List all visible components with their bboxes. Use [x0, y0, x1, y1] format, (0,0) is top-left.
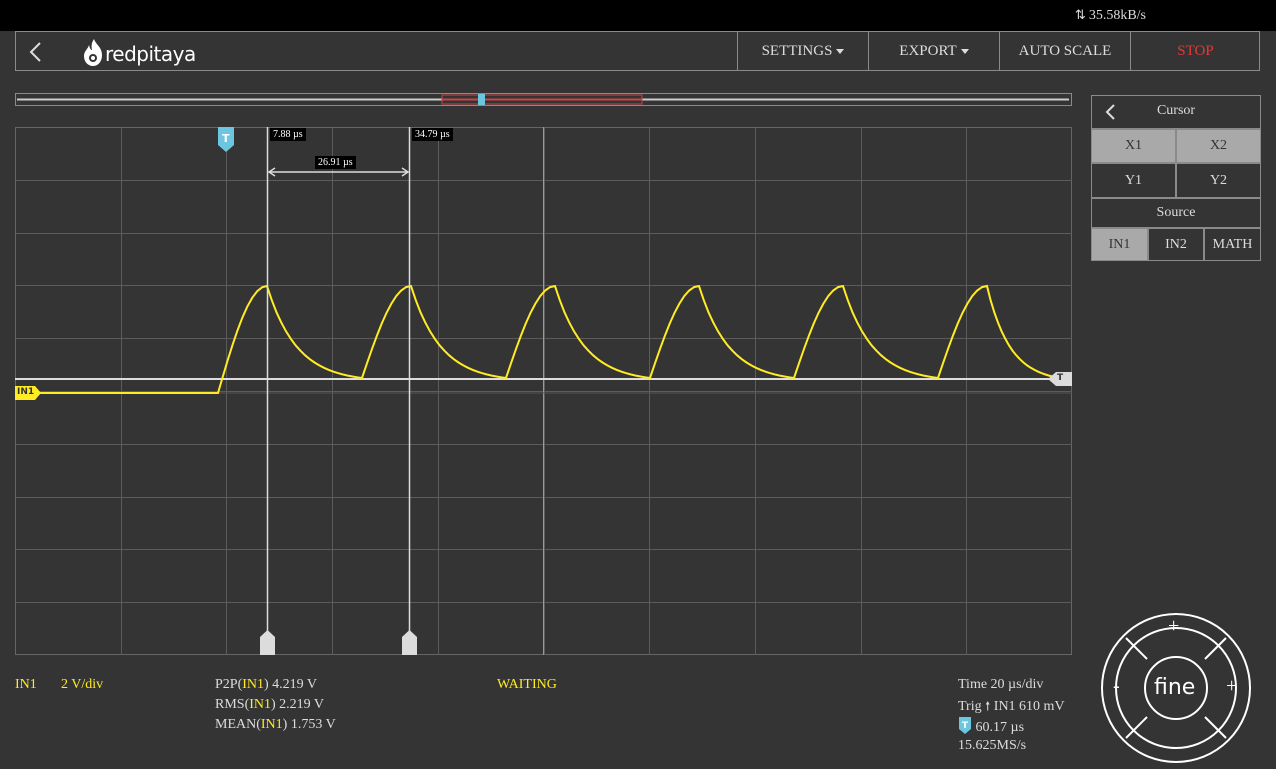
flame-logo-icon	[84, 39, 102, 66]
p2p-measurement: P2P(IN1) 4.219 V	[215, 677, 318, 692]
trigger-position-marker[interactable]	[478, 94, 485, 105]
cursor-x2-button[interactable]: X2	[1176, 129, 1261, 163]
svg-text:T: T	[962, 721, 969, 731]
logo-text: redpitaya	[105, 42, 196, 66]
redpitaya-logo: redpitaya	[82, 37, 212, 69]
settings-button[interactable]: SETTINGS	[737, 32, 868, 70]
source-in2-button[interactable]: IN2	[1148, 228, 1204, 261]
sample-rate: 15.625MS/s	[958, 738, 1027, 753]
transfer-rate: ⇅ 35.58kB/s	[1074, 8, 1146, 23]
trigger-time-icon: T	[959, 717, 971, 734]
source-header: Source	[1091, 198, 1261, 228]
oscilloscope-plot[interactable]: T IN1 T 7.88 µs 34.79 µs 26.91 µs	[15, 127, 1072, 655]
top-status-bar: ⇅ 35.58kB/s	[0, 0, 1276, 31]
navigation-dpad: + - - + fine	[1100, 612, 1252, 764]
export-button[interactable]: EXPORT	[868, 32, 999, 70]
stop-button[interactable]: STOP	[1130, 32, 1260, 70]
acquisition-status: WAITING	[497, 677, 557, 692]
cursor-delta-value: 26.91 µs	[315, 156, 356, 169]
dpad-down-button[interactable]: -	[1171, 736, 1178, 759]
channel-scale: 2 V/div	[61, 677, 104, 692]
trigger-level-label: T	[1057, 373, 1064, 383]
chevron-left-icon	[29, 42, 41, 62]
in1-marker-label: IN1	[17, 387, 35, 397]
dpad-right-button[interactable]: +	[1226, 675, 1237, 698]
rms-measurement: RMS(IN1) 2.219 V	[215, 697, 325, 712]
mean-measurement: MEAN(IN1) 1.753 V	[215, 717, 336, 732]
time-scale: Time 20 µs/div	[958, 677, 1044, 692]
channel-name[interactable]: IN1	[15, 677, 37, 693]
source-in1-button[interactable]: IN1	[1091, 228, 1148, 261]
back-button[interactable]	[16, 32, 56, 72]
source-math-button[interactable]: MATH	[1204, 228, 1261, 261]
rising-edge-icon: 🠕	[985, 699, 991, 713]
cursor-x1-value: 7.88 µs	[270, 128, 306, 141]
auto-scale-button[interactable]: AUTO SCALE	[999, 32, 1130, 70]
trigger-info: Trig 🠕 IN1 610 mV	[958, 699, 1065, 714]
plot-canvas	[15, 127, 1072, 655]
dpad-left-button[interactable]: -	[1113, 675, 1120, 698]
dpad-up-button[interactable]: +	[1168, 615, 1179, 638]
chevron-left-icon[interactable]	[1098, 97, 1122, 127]
upload-download-arrows-icon: ⇅	[1074, 8, 1086, 23]
cursor-x1-button[interactable]: X1	[1091, 129, 1176, 163]
cursor-x2-value: 34.79 µs	[412, 128, 453, 141]
caret-down-icon	[960, 49, 969, 55]
cursor-y2-button[interactable]: Y2	[1176, 163, 1261, 198]
cursor-panel: Cursor X1 X2 Y1 Y2 Source IN1 IN2 MATH	[1091, 95, 1261, 261]
dpad-fine-label: fine	[1154, 675, 1196, 700]
navigation-bar: redpitaya SETTINGS EXPORT AUTO SCALE STO…	[15, 31, 1260, 71]
trigger-offset: T 60.17 µs	[958, 717, 1024, 736]
trigger-marker-label: T	[222, 132, 230, 145]
cursor-y1-button[interactable]: Y1	[1091, 163, 1176, 198]
caret-down-icon	[836, 49, 845, 55]
cursor-panel-header: Cursor	[1091, 95, 1261, 129]
buffer-overview-bar[interactable]	[15, 93, 1072, 106]
